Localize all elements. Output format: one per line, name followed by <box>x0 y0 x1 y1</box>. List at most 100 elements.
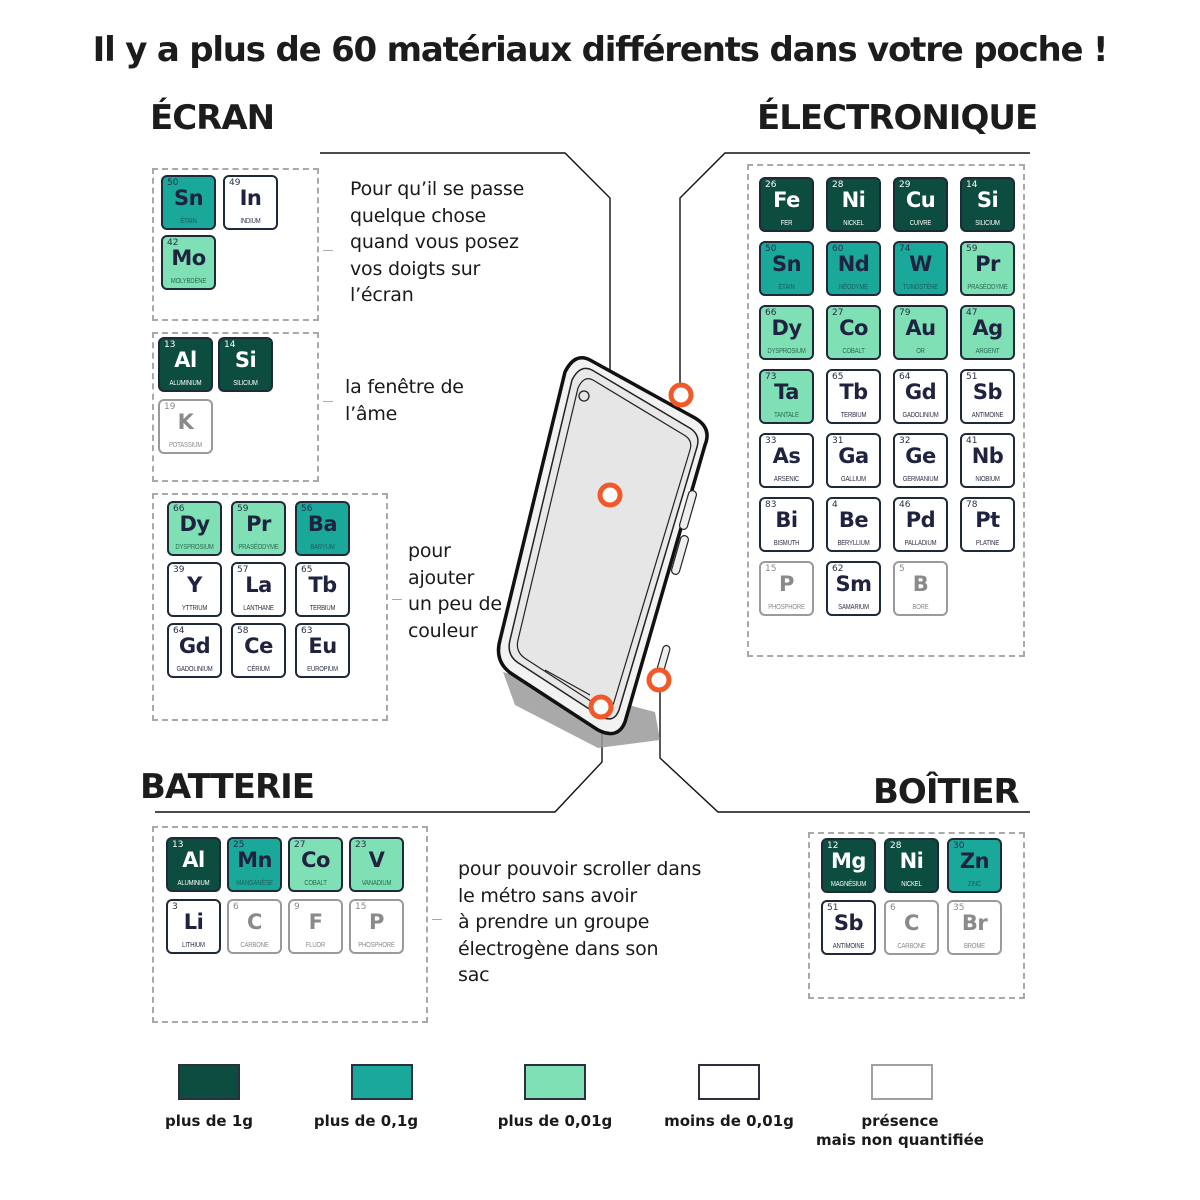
element-tile-tb: 65 Tb Terbium <box>295 562 350 617</box>
element-tile-v: 23 V Vanadium <box>349 837 404 892</box>
element-symbol: F <box>308 910 323 934</box>
element-tile-si: 14 Si Silicium <box>960 177 1015 232</box>
element-name: Cuivre <box>909 220 932 227</box>
element-name: Palladium <box>904 540 937 547</box>
element-tile-sn: 50 Sn Étain <box>161 175 216 230</box>
element-symbol: Bi <box>775 508 798 532</box>
element-tile-eu: 63 Eu Europium <box>295 623 350 678</box>
element-tile-pr: 59 Pr Praséodyme <box>231 501 286 556</box>
element-symbol: Y <box>187 573 202 597</box>
element-symbol: Au <box>905 316 936 340</box>
element-tile-sb: 51 Sb Antimoine <box>960 369 1015 424</box>
marker-boitier <box>646 667 672 693</box>
element-name: Argent <box>975 348 1000 355</box>
description-line: l’âme <box>345 402 398 425</box>
legend-swatch <box>871 1064 933 1100</box>
element-symbol: Eu <box>308 634 337 658</box>
element-symbol: Cu <box>905 188 936 212</box>
description-line: pour <box>408 540 451 562</box>
element-name: Samarium <box>838 604 869 611</box>
element-name: Fluor <box>305 942 326 949</box>
description-line: Pour qu’il se passe <box>350 178 525 200</box>
description-line: l’écran <box>350 284 414 306</box>
element-symbol: K <box>177 410 194 434</box>
element-name: Lanthane <box>243 605 274 612</box>
element-name: Beryllium <box>837 540 870 547</box>
element-symbol: Sm <box>835 572 872 596</box>
description-line: ajouter <box>408 566 475 589</box>
element-name: Yttrium <box>181 605 208 612</box>
legend-swatch <box>698 1064 760 1100</box>
element-symbol: Al <box>174 348 197 372</box>
element-tile-f: 9 F Fluor <box>288 899 343 954</box>
element-symbol: Ag <box>972 316 1003 340</box>
element-symbol: Co <box>301 848 330 872</box>
element-name: Baryum <box>310 544 335 551</box>
element-symbol: Zn <box>959 849 990 873</box>
element-tile-li: 3 Li Lithium <box>166 899 221 954</box>
element-name: Lithium <box>182 942 205 949</box>
element-symbol: W <box>909 252 932 276</box>
element-symbol: Sn <box>173 186 204 210</box>
element-tile-p: 15 P Phosphore <box>759 561 814 616</box>
element-tile-tb: 65 Tb Terbium <box>826 369 881 424</box>
ecran-color-description: pour ajouter un peu de couleur <box>408 538 502 644</box>
element-tile-ni: 28 Ni Nickel <box>884 838 939 893</box>
element-name: Platine <box>975 540 1000 547</box>
element-symbol: La <box>245 573 272 597</box>
element-symbol: Mo <box>171 246 206 270</box>
element-name: Néodyme <box>839 284 868 291</box>
element-symbol: B <box>912 572 929 596</box>
marker-electronique <box>668 382 694 408</box>
ecran-window-description: la fenêtre de l’âme <box>345 374 464 427</box>
element-symbol: P <box>369 910 384 934</box>
element-symbol: Al <box>182 848 205 872</box>
page-title: Il y a plus de 60 matériaux différents d… <box>92 30 1109 70</box>
element-name: Aluminium <box>169 380 202 387</box>
element-symbol: Pr <box>246 512 271 536</box>
element-tile-sn: 50 Sn Étain <box>759 241 814 296</box>
element-name: Nickel <box>843 220 864 227</box>
element-name: Dysprosium <box>175 544 214 551</box>
element-name: Cérium <box>247 666 270 673</box>
element-symbol: Gd <box>178 634 211 658</box>
legend-label: présence mais non quantifiée <box>816 1112 984 1149</box>
element-tile-y: 39 Y Yttrium <box>167 562 222 617</box>
description-line: vos doigts sur <box>350 257 481 280</box>
element-tile-c: 6 C Carbone <box>227 899 282 954</box>
description-line: à prendre un groupe <box>458 911 650 933</box>
element-tile-sm: 62 Sm Samarium <box>826 561 881 616</box>
description-line: électrogène dans son <box>458 937 659 960</box>
element-tile-gd: 64 Gd Gadolinium <box>167 623 222 678</box>
element-symbol: Tb <box>308 573 337 597</box>
element-tile-ni: 28 Ni Nickel <box>826 177 881 232</box>
section-title-electronique: ÉLECTRONIQUE <box>757 98 1038 138</box>
element-symbol: Ni <box>841 188 866 212</box>
element-name: Manganèse <box>236 880 273 887</box>
element-name: Fer <box>780 220 793 227</box>
element-tile-in: 49 In Indium <box>223 175 278 230</box>
element-name: Carbone <box>240 942 269 949</box>
marker-ecran <box>597 482 623 508</box>
element-symbol: V <box>368 848 385 872</box>
element-symbol: Sb <box>833 911 864 935</box>
element-name: Terbium <box>309 605 336 612</box>
element-tile-ga: 31 Ga Gallium <box>826 433 881 488</box>
element-tile-dy: 66 Dy Dysprosium <box>167 501 222 556</box>
description-line: pour pouvoir scroller dans <box>458 858 702 880</box>
element-tile-mo: 42 Mo Molybdène <box>161 235 216 290</box>
element-name: Cobalt <box>842 348 865 355</box>
element-symbol: Nd <box>837 252 870 276</box>
element-name: Niobium <box>975 476 1000 483</box>
element-symbol: In <box>239 186 262 210</box>
element-symbol: Gd <box>904 380 937 404</box>
element-symbol: Ga <box>838 444 869 468</box>
element-name: Gadolinium <box>176 666 213 673</box>
marker-batterie <box>588 694 614 720</box>
element-name: Aluminium <box>177 880 210 887</box>
element-name: Arsenic <box>773 476 800 483</box>
element-tile-cu: 29 Cu Cuivre <box>893 177 948 232</box>
element-tile-la: 57 La Lanthane <box>231 562 286 617</box>
element-symbol: Fe <box>773 188 800 212</box>
element-name: Tantale <box>774 412 799 419</box>
